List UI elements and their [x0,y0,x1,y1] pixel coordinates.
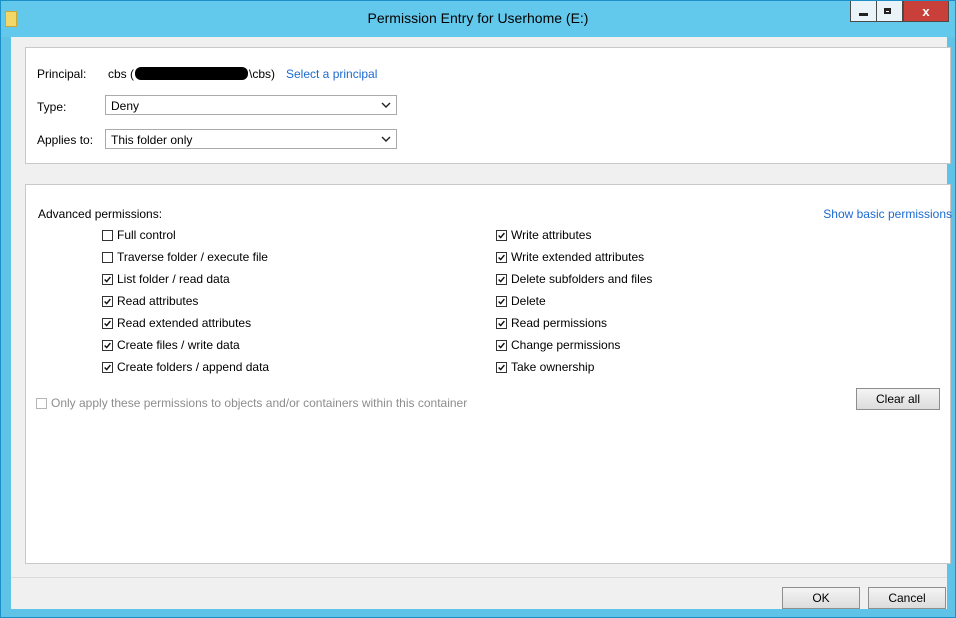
footer-divider [11,577,947,578]
checkbox-box [496,229,507,241]
minimize-button[interactable] [850,1,876,22]
permission-checkbox[interactable]: Read extended attributes [102,315,251,331]
only-apply-checkbox[interactable]: Only apply these permissions to objects … [36,395,467,411]
permission-label: Read attributes [117,294,199,308]
checkmark-icon [104,364,111,371]
applies-to-select-value: This folder only [111,133,193,147]
permission-checkbox[interactable]: Delete [496,293,546,309]
checkmark-icon [498,276,505,283]
permission-checkbox[interactable]: Create files / write data [102,337,240,353]
permission-checkbox[interactable]: Full control [102,227,176,243]
maximize-button[interactable] [876,1,903,22]
type-select-value: Deny [111,99,140,113]
checkbox-box [102,251,113,263]
principal-label: Principal: [37,67,87,81]
permission-label: Read permissions [511,316,608,330]
permission-label: Change permissions [511,338,621,352]
clear-all-button[interactable]: Clear all [856,388,940,410]
close-button[interactable]: x [903,1,949,22]
checkmark-icon [104,276,111,283]
permission-checkbox[interactable]: Take ownership [496,359,594,375]
checkbox-box [102,229,113,241]
checkbox-box [496,295,507,307]
checkbox-box [496,339,507,351]
type-select[interactable]: Deny [105,95,397,115]
title-bar[interactable]: Permission Entry for Userhome (E:) x [1,1,955,37]
checkmark-icon [498,232,505,239]
checkmark-icon [104,298,111,305]
checkmark-icon [104,342,111,349]
permission-checkbox[interactable]: Delete subfolders and files [496,271,652,287]
permission-entry-window: Permission Entry for Userhome (E:) x Pri… [0,0,956,618]
permission-label: Full control [117,228,176,242]
permission-label: Write attributes [511,228,592,242]
dialog-client-area: Principal: cbs ( \cbs) Select a principal… [11,37,952,609]
principal-value: cbs ( \cbs) [108,67,275,81]
permission-label: Traverse folder / execute file [117,250,268,264]
permission-checkbox[interactable]: Read permissions [496,315,607,331]
close-icon: x [922,3,930,19]
window-controls: x [850,1,949,22]
permission-label: Create folders / append data [117,360,270,374]
checkmark-icon [104,320,111,327]
checkmark-icon [498,364,505,371]
permission-label: List folder / read data [117,272,230,286]
checkbox-box [102,339,113,351]
checkbox-box [496,273,507,285]
permission-checkbox[interactable]: List folder / read data [102,271,230,287]
minimize-icon [859,12,868,16]
principal-panel: Principal: cbs ( \cbs) Select a principal… [25,47,951,164]
chevron-down-icon [381,102,391,108]
checkmark-icon [498,298,505,305]
permission-checkbox[interactable]: Write extended attributes [496,249,644,265]
permission-label: Take ownership [511,360,595,374]
checkbox-box [102,273,113,285]
type-label: Type: [37,100,67,114]
permission-checkbox[interactable]: Traverse folder / execute file [102,249,268,265]
checkbox-box [36,397,47,409]
checkbox-box [496,361,507,373]
permission-label: Delete [511,294,546,308]
only-apply-label: Only apply these permissions to objects … [51,396,468,410]
ok-button[interactable]: OK [782,587,860,609]
show-basic-permissions-link[interactable]: Show basic permissions [823,207,952,221]
checkbox-box [102,295,113,307]
permission-checkbox[interactable]: Read attributes [102,293,198,309]
chevron-down-icon [381,136,391,142]
principal-name-suffix: \cbs) [249,67,276,81]
applies-to-label: Applies to: [37,133,94,147]
checkmark-icon [498,320,505,327]
permission-label: Create files / write data [117,338,240,352]
advanced-permissions-panel: Advanced permissions: Show basic permiss… [25,184,952,564]
redacted-domain [135,67,249,80]
permission-label: Read extended attributes [117,316,252,330]
cancel-button[interactable]: Cancel [868,587,946,609]
advanced-permissions-heading: Advanced permissions: [38,207,163,221]
checkmark-icon [498,254,505,261]
permission-label: Delete subfolders and files [511,272,653,286]
permission-checkbox[interactable]: Create folders / append data [102,359,269,375]
window-title: Permission Entry for Userhome (E:) [367,10,589,26]
checkbox-box [496,251,507,263]
checkbox-box [102,317,113,329]
checkmark-icon [498,342,505,349]
principal-name-prefix: cbs ( [108,67,135,81]
permission-checkbox[interactable]: Write attributes [496,227,591,243]
select-principal-link[interactable]: Select a principal [286,67,377,81]
permission-label: Write extended attributes [511,250,645,264]
permission-checkbox[interactable]: Change permissions [496,337,620,353]
applies-to-select[interactable]: This folder only [105,129,397,149]
checkbox-box [102,361,113,373]
maximize-icon [884,8,891,14]
checkbox-box [496,317,507,329]
